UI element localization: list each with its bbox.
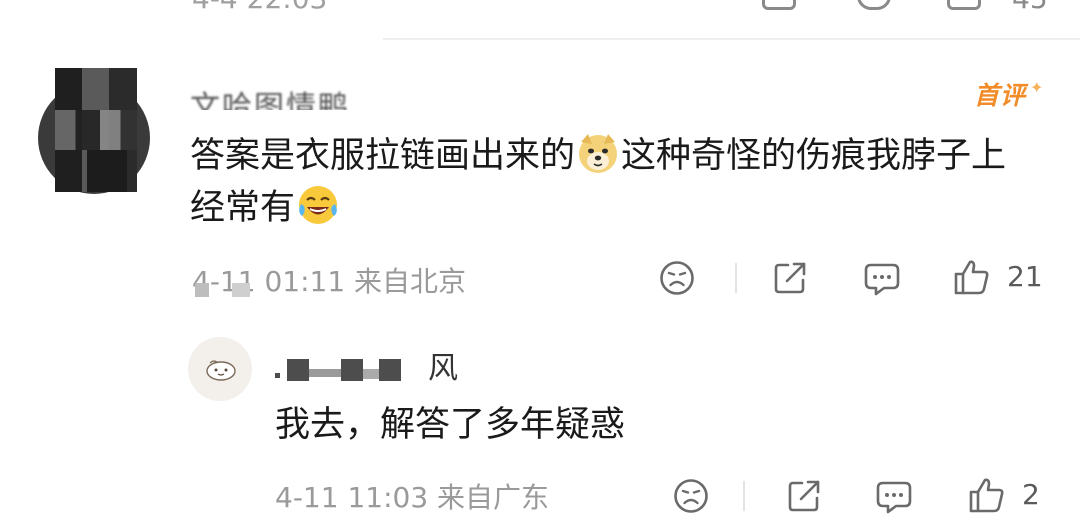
- reply-icon[interactable]: [874, 477, 914, 515]
- share-icon[interactable]: [771, 259, 809, 297]
- reply-icon[interactable]: [862, 259, 902, 297]
- comment-username[interactable]: 文哈图情鸭: [190, 84, 374, 110]
- comment-text: 答案是衣服拉链画出来的 这种奇怪的伤痕我脖子上经常有: [190, 130, 1030, 234]
- like-icon[interactable]: [952, 257, 992, 297]
- share-icon[interactable]: [762, 0, 796, 10]
- mosaic-patch: [232, 283, 250, 297]
- like-icon[interactable]: [967, 475, 1007, 515]
- reply-icon[interactable]: [857, 0, 891, 10]
- dislike-icon[interactable]: [658, 259, 696, 297]
- like-count: 21: [1007, 260, 1043, 293]
- dislike-icon[interactable]: [672, 477, 710, 515]
- comment-time: 4-11 01:11: [192, 265, 346, 298]
- previous-comment-actions: 4-4 22:03 45: [0, 0, 1080, 14]
- laugh-cry-emoji-icon: [295, 182, 341, 228]
- doge-emoji-icon: [575, 130, 621, 176]
- avatar-mosaic: [55, 110, 137, 150]
- reply-meta: 4-11 11:03 来自广东: [275, 476, 549, 516]
- separator: [735, 263, 737, 293]
- divider: [383, 38, 1080, 40]
- reply-location: 来自广东: [437, 481, 550, 514]
- previous-comment-time: 4-4 22:03: [192, 0, 327, 14]
- reply-username[interactable]: 风: [428, 343, 458, 387]
- previous-like-count: 45: [1012, 0, 1048, 14]
- share-icon[interactable]: [785, 477, 823, 515]
- like-count: 2: [1022, 478, 1040, 511]
- reply-avatar[interactable]: [188, 337, 252, 401]
- like-icon[interactable]: [947, 0, 981, 10]
- sparkle-icon: ✦: [1030, 78, 1044, 97]
- avatar-drawing-icon: [206, 360, 236, 381]
- reply-text: 我去，解答了多年疑惑: [275, 405, 626, 445]
- mosaic-patch: [195, 283, 209, 297]
- avatar-mosaic: [87, 150, 127, 192]
- reply-time: 4-11 11:03: [275, 481, 429, 514]
- first-comment-badge: 首评: [974, 81, 1027, 110]
- comment-location: 来自北京: [354, 265, 467, 298]
- separator: [743, 481, 745, 511]
